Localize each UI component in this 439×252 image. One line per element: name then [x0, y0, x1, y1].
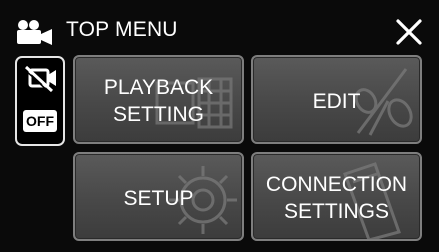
silent-mode-icon [23, 65, 56, 92]
header-bar: TOP MENU [0, 0, 439, 52]
silent-mode-toggle[interactable]: OFF [15, 56, 65, 146]
edit-button[interactable]: EDIT [251, 55, 422, 144]
playback-setting-label: PLAYBACK SETTING [103, 76, 214, 126]
off-label: OFF [23, 110, 57, 132]
setup-label: SETUP [123, 187, 194, 210]
connection-settings-label: CONNECTION SETTINGS [265, 173, 408, 223]
edit-label: EDIT [312, 90, 361, 113]
video-camera-icon [17, 20, 52, 45]
setup-button[interactable]: SETUP [73, 152, 244, 241]
playback-setting-button[interactable]: PLAYBACK SETTING [73, 55, 244, 144]
connection-settings-button[interactable]: CONNECTION SETTINGS [251, 152, 422, 241]
close-icon[interactable] [393, 16, 425, 48]
page-title: TOP MENU [66, 18, 178, 41]
